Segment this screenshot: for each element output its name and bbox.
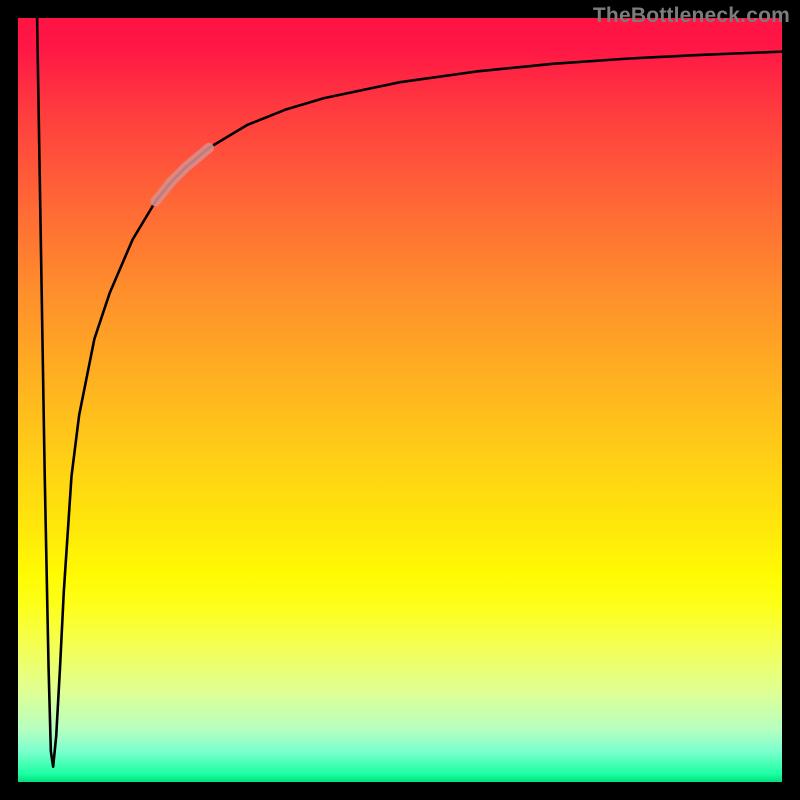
bottleneck-curve [37, 18, 782, 767]
chart-frame: TheBottleneck.com [0, 0, 800, 800]
curve-main [37, 18, 782, 767]
chart-curve-layer [18, 18, 782, 782]
watermark-credit: TheBottleneck.com [593, 4, 790, 28]
curve-highlight-segment [156, 148, 209, 201]
